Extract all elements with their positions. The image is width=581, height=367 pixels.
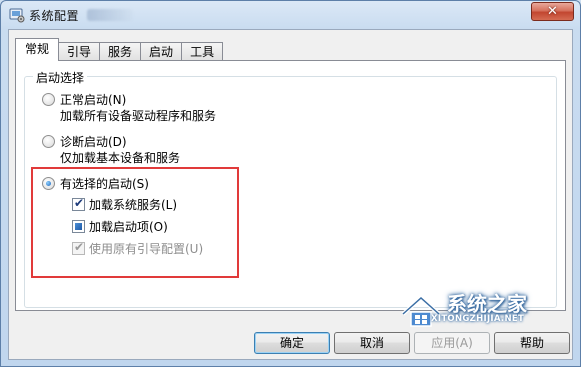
tab-services[interactable]: 服务 <box>99 42 142 61</box>
diagnostic-startup-description: 仅加载基本设备和服务 <box>60 151 181 165</box>
tab-startup[interactable]: 启动 <box>140 42 183 61</box>
title-bar[interactable]: 系统配置 ✕ <box>1 1 580 29</box>
normal-startup-label[interactable]: 正常启动(N) <box>60 91 126 108</box>
selective-startup-highlight-box <box>31 167 239 278</box>
window-title: 系统配置 <box>29 9 80 23</box>
tab-strip: 常规 引导 服务 启动 工具 <box>15 38 224 61</box>
help-button[interactable]: 帮助 <box>494 332 570 354</box>
site-logo-url: XITONGZHIJIA.NET <box>431 314 525 324</box>
startup-selection-legend: 启动选择 <box>33 69 88 86</box>
tab-tools[interactable]: 工具 <box>181 42 224 61</box>
close-button[interactable]: ✕ <box>531 2 574 21</box>
tab-general[interactable]: 常规 <box>15 38 60 61</box>
system-config-app-icon <box>9 8 25 23</box>
ok-button[interactable]: 确定 <box>254 332 330 354</box>
cancel-button[interactable]: 取消 <box>334 332 410 354</box>
title-blurred-region <box>87 9 133 21</box>
diagnostic-startup-label[interactable]: 诊断启动(D) <box>60 133 127 150</box>
system-config-window: 系统配置 ✕ 常规 引导 服务 启动 工具 启动选择 正常启动(N) 加载所有设… <box>0 0 581 367</box>
diagnostic-startup-radio[interactable] <box>42 135 55 148</box>
normal-startup-description: 加载所有设备驱动程序和服务 <box>60 109 217 123</box>
site-logo-text: 系统之家 <box>447 292 527 316</box>
apply-button: 应用(A) <box>414 332 490 354</box>
normal-startup-radio[interactable] <box>42 93 55 106</box>
tab-boot[interactable]: 引导 <box>58 42 101 61</box>
close-icon: ✕ <box>547 4 558 19</box>
